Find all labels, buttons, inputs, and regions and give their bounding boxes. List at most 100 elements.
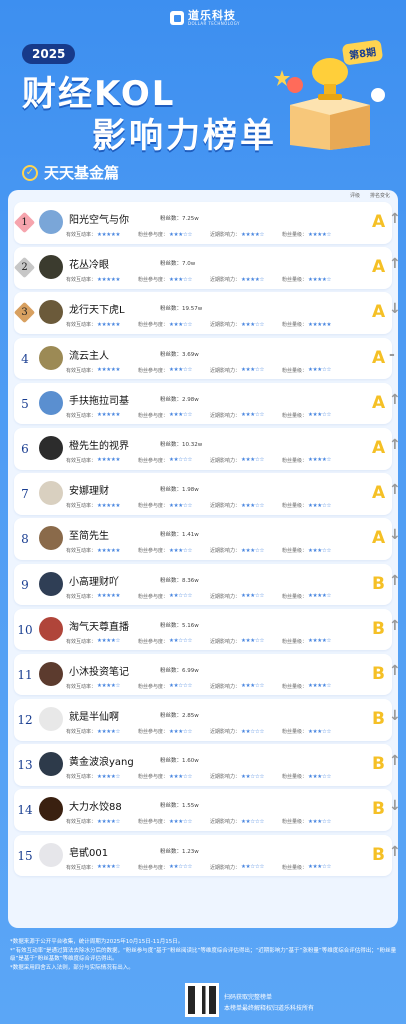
influence-stars: ★★☆☆☆ <box>241 773 265 780</box>
engagement-stars: ★★☆☆☆ <box>169 683 193 690</box>
header: 道乐科技 DOLLAR TECHNOLOGY 2025 财经KOL 影响力榜单 … <box>0 0 406 195</box>
kol-name: 淘气天尊直播 <box>69 621 129 633</box>
quality-label: 粉丝量级： <box>282 277 308 284</box>
kol-name: 黄金波浪yang <box>69 757 134 769</box>
quality-label: 粉丝量级： <box>282 819 308 826</box>
grade-badge: A <box>372 392 386 413</box>
trend-arrow-icon: ↑ <box>389 662 401 679</box>
avatar <box>39 571 63 596</box>
list-item[interactable]: 13 黄金波浪yang 粉丝数：1.60w 有效互动率： ★★★★☆ 粉丝参与度：… <box>14 744 401 786</box>
engagement-stars: ★★★☆☆ <box>169 412 193 419</box>
trend-arrow-icon: ↑ <box>389 753 401 770</box>
kol-name: 龙行天下虎L <box>69 305 125 317</box>
kol-name: 橙先生的视界 <box>69 440 129 452</box>
engagement-label: 粉丝参与度： <box>138 232 169 238</box>
list-item[interactable]: 7 安娜理财 粉丝数：1.98w 有效互动率： ★★★★★ 粉丝参与度： ★★★☆☆… <box>14 473 401 515</box>
list-item[interactable]: 4 流云主人 粉丝数：3.69w 有效互动率： ★★★★★ 粉丝参与度： ★★★☆☆… <box>14 337 395 380</box>
grade-badge: B <box>372 844 385 865</box>
rank-number: 4 <box>21 351 29 366</box>
quality-label: 粉丝量级： <box>282 322 308 329</box>
list-item[interactable]: 2 花丛冷眼 粉丝数：7.0w 有效互动率： ★★★★★ 粉丝参与度： ★★★☆☆ … <box>13 247 401 289</box>
fans-label: 粉丝数： <box>160 261 183 268</box>
note-line: *“有效互动率”是通过算法去除水分后的数据，“粉丝参与度”基于“粉丝阅读比”等维… <box>10 947 397 963</box>
rank-badge: 1 <box>13 211 36 234</box>
qr-code[interactable] <box>185 983 219 1017</box>
interaction-label: 有效互动率： <box>66 412 97 419</box>
interaction-stars: ★★★★★ <box>97 412 121 419</box>
influence-label: 近期影响力： <box>210 277 241 284</box>
list-item[interactable]: 12 就是半仙啊 粉丝数：2.85w 有效互动率： ★★★★☆ 粉丝参与度： ★★★… <box>14 699 401 741</box>
fans-count: 粉丝数：1.60w <box>160 756 199 764</box>
rank-number: 10 <box>17 622 33 637</box>
rank-number: 8 <box>21 532 29 547</box>
interaction-label: 有效互动率： <box>66 819 97 826</box>
trend-column-header: 排名变化 <box>369 193 390 199</box>
influence-stars: ★★☆☆☆ <box>241 864 265 871</box>
quality-stars: ★★★☆☆ <box>308 773 332 780</box>
trend-arrow-icon: ↑ <box>389 211 401 227</box>
fans-count: 粉丝数：7.0w <box>160 259 195 267</box>
influence-label: 近期影响力： <box>210 412 241 419</box>
list-item[interactable]: 11 小沐投资笔记 粉丝数：6.99w 有效互动率： ★★★★☆ 粉丝参与度： ★★… <box>14 653 401 696</box>
fans-label: 粉丝数： <box>160 351 183 358</box>
influence-label: 近期影响力： <box>210 864 241 871</box>
list-item[interactable]: 15 皂甙001 粉丝数：1.23w 有效互动率： ★★★★☆ 粉丝参与度： ★★☆… <box>14 834 401 877</box>
avatar <box>39 345 63 370</box>
influence-label: 近期影响力： <box>210 819 241 826</box>
quality-stars: ★★★★☆ <box>308 457 332 464</box>
influence-stars: ★★☆☆☆ <box>241 818 265 825</box>
fans-value: 8.36w <box>182 577 199 584</box>
note-line: *数据来源于公开平台收集，统计周期为2025年10月15日-11月15日。 <box>10 939 184 945</box>
quality-label: 粉丝量级： <box>282 864 308 871</box>
grade-badge: B <box>372 799 385 820</box>
list-item[interactable]: 3 龙行天下虎L 粉丝数：19.57w 有效互动率： ★★★★★ 粉丝参与度： ★★… <box>13 292 401 334</box>
influence-label: 近期影响力： <box>210 638 241 645</box>
grade-badge: A <box>372 437 386 458</box>
quality-stars: ★★★☆☆ <box>308 412 332 419</box>
kol-name: 小高理财吖 <box>69 576 119 588</box>
fans-label: 粉丝数： <box>160 577 183 584</box>
trend-arrow-icon: ↓ <box>389 708 401 725</box>
trend-arrow-icon: ↓ <box>389 798 401 815</box>
fans-count: 粉丝数：2.85w <box>160 711 199 719</box>
list-item[interactable]: 14 大力水饺88 粉丝数：1.55w 有效互动率： ★★★★☆ 粉丝参与度： ★★… <box>14 789 401 832</box>
engagement-label: 粉丝参与度： <box>138 367 169 374</box>
avatar <box>39 752 63 777</box>
avatar <box>39 300 63 325</box>
fans-label: 粉丝数： <box>160 487 183 494</box>
page-title-line2: 影响力榜单 <box>92 116 277 156</box>
influence-label: 近期影响力： <box>210 593 241 600</box>
influence-label: 近期影响力： <box>210 457 241 464</box>
kol-name: 手扶拖拉司基 <box>69 395 129 407</box>
column-headers: 评级 排名变化 <box>14 192 392 202</box>
ranking-list: 1 阳光空气与你 粉丝数：7.25w 有效互动率： ★★★★★ 粉丝参与度： ★★★… <box>13 202 401 877</box>
fans-count: 粉丝数：1.98w <box>160 485 199 493</box>
qr-line1: 扫码获取完整榜单 <box>224 994 273 1001</box>
engagement-stars: ★★☆☆☆ <box>169 638 193 645</box>
fans-label: 粉丝数： <box>160 441 183 448</box>
list-item[interactable]: 1 阳光空气与你 粉丝数：7.25w 有效互动率： ★★★★★ 粉丝参与度： ★★★… <box>13 202 401 244</box>
influence-stars: ★★★☆☆ <box>241 502 265 509</box>
list-item[interactable]: 5 手扶拖拉司基 粉丝数：2.98w 有效互动率： ★★★★★ 粉丝参与度： ★★★… <box>14 382 401 425</box>
grade-badge: A <box>372 212 386 232</box>
trend-arrow-icon: ↑ <box>389 391 401 408</box>
metrics: 有效互动率： ★★★★★ 粉丝参与度： ★★☆☆☆ 近期影响力： ★★★☆☆ 粉丝量级… <box>66 593 354 600</box>
fans-label: 粉丝数： <box>160 622 183 629</box>
trend-arrow-icon: ↑ <box>389 436 401 453</box>
engagement-label: 粉丝参与度： <box>138 819 169 826</box>
interaction-stars: ★★★★★ <box>97 231 121 238</box>
list-item[interactable]: 9 小高理财吖 粉丝数：8.36w 有效互动率： ★★★★★ 粉丝参与度： ★★☆☆… <box>14 563 401 606</box>
metrics: 有效互动率： ★★★★★ 粉丝参与度： ★★★☆☆ 近期影响力： ★★★★☆ 粉丝量级… <box>66 276 354 284</box>
list-item[interactable]: 10 淘气天尊直播 粉丝数：5.16w 有效互动率： ★★★★☆ 粉丝参与度： ★★… <box>14 608 401 651</box>
list-item[interactable]: 6 橙先生的视界 粉丝数：10.32w 有效互动率： ★★★★★ 粉丝参与度： ★★… <box>14 427 401 470</box>
influence-label: 近期影响力： <box>210 774 241 781</box>
interaction-label: 有效互动率： <box>66 232 97 238</box>
interaction-label: 有效互动率： <box>66 548 97 555</box>
fans-count: 粉丝数：6.99w <box>160 666 199 674</box>
fans-count: 粉丝数：7.25w <box>160 214 199 222</box>
grade-badge: A <box>372 483 386 504</box>
fans-label: 粉丝数： <box>160 532 183 539</box>
brand-logo-icon <box>170 11 184 25</box>
list-item[interactable]: 8 至简先生 粉丝数：1.41w 有效互动率： ★★★★★ 粉丝参与度： ★★★☆☆… <box>14 518 401 560</box>
grade-badge: A <box>372 302 386 323</box>
